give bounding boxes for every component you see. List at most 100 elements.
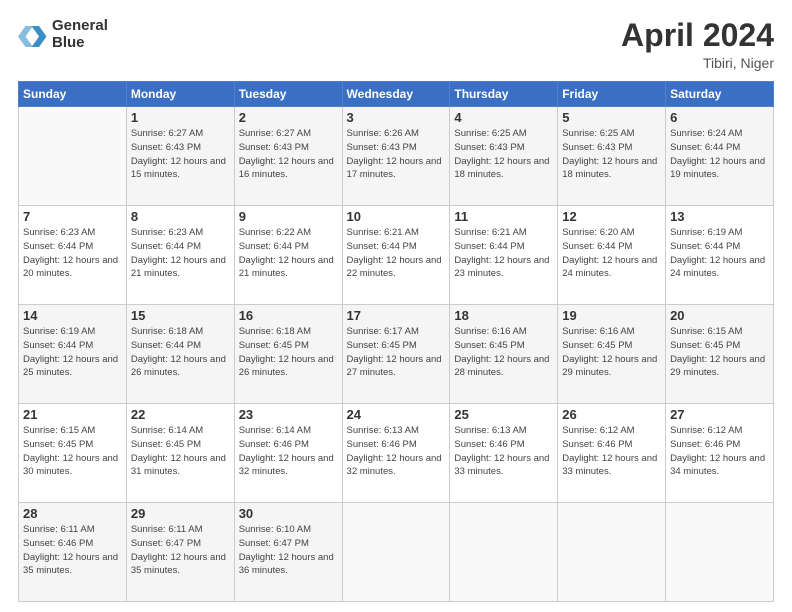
calendar-cell: 10 Sunrise: 6:21 AM Sunset: 6:44 PM Dayli… (342, 206, 450, 305)
day-number: 1 (131, 110, 230, 125)
calendar-cell: 26Sunrise: 6:12 AM Sunset: 6:46 PM Dayli… (558, 404, 666, 503)
calendar-cell: 7 Sunrise: 6:23 AM Sunset: 6:44 PM Daylig… (19, 206, 127, 305)
title-block: April 2024 Tibiri, Niger (621, 18, 774, 71)
calendar-cell: 20Sunrise: 6:15 AM Sunset: 6:45 PM Dayli… (666, 305, 774, 404)
day-number: 4 (454, 110, 553, 125)
day-info: Sunrise: 6:13 AM Sunset: 6:46 PM Dayligh… (454, 424, 553, 479)
day-number: 14 (23, 308, 122, 323)
day-info: Sunrise: 6:21 AM Sunset: 6:44 PM Dayligh… (454, 226, 553, 281)
day-header-friday: Friday (558, 82, 666, 107)
page: General Blue April 2024 Tibiri, Niger Su… (0, 0, 792, 612)
day-number: 11 (454, 209, 553, 224)
day-info: Sunrise: 6:27 AM Sunset: 6:43 PM Dayligh… (239, 127, 338, 182)
day-number: 24 (347, 407, 446, 422)
day-info: Sunrise: 6:14 AM Sunset: 6:46 PM Dayligh… (239, 424, 338, 479)
day-number: 20 (670, 308, 769, 323)
calendar-cell: 6 Sunrise: 6:24 AM Sunset: 6:44 PM Daylig… (666, 107, 774, 206)
day-number: 5 (562, 110, 661, 125)
calendar-cell (342, 503, 450, 602)
day-info: Sunrise: 6:23 AM Sunset: 6:44 PM Dayligh… (23, 226, 122, 281)
calendar-cell: 5Sunrise: 6:25 AM Sunset: 6:43 PM Daylig… (558, 107, 666, 206)
day-number: 18 (454, 308, 553, 323)
day-info: Sunrise: 6:17 AM Sunset: 6:45 PM Dayligh… (347, 325, 446, 380)
calendar-week-1: 1 Sunrise: 6:27 AM Sunset: 6:43 PM Daylig… (19, 107, 774, 206)
day-number: 8 (131, 209, 230, 224)
calendar-cell: 15 Sunrise: 6:18 AM Sunset: 6:44 PM Dayli… (126, 305, 234, 404)
day-number: 29 (131, 506, 230, 521)
day-number: 13 (670, 209, 769, 224)
calendar-cell: 25 Sunrise: 6:13 AM Sunset: 6:46 PM Dayli… (450, 404, 558, 503)
calendar-week-2: 7 Sunrise: 6:23 AM Sunset: 6:44 PM Daylig… (19, 206, 774, 305)
day-number: 6 (670, 110, 769, 125)
calendar-cell (450, 503, 558, 602)
day-info: Sunrise: 6:23 AM Sunset: 6:44 PM Dayligh… (131, 226, 230, 281)
day-number: 10 (347, 209, 446, 224)
day-number: 15 (131, 308, 230, 323)
day-header-sunday: Sunday (19, 82, 127, 107)
day-number: 2 (239, 110, 338, 125)
calendar-cell: 8 Sunrise: 6:23 AM Sunset: 6:44 PM Daylig… (126, 206, 234, 305)
calendar-cell (19, 107, 127, 206)
day-header-monday: Monday (126, 82, 234, 107)
calendar-cell: 9 Sunrise: 6:22 AM Sunset: 6:44 PM Daylig… (234, 206, 342, 305)
day-info: Sunrise: 6:16 AM Sunset: 6:45 PM Dayligh… (454, 325, 553, 380)
calendar-cell: 29 Sunrise: 6:11 AM Sunset: 6:47 PM Dayli… (126, 503, 234, 602)
calendar-cell: 17 Sunrise: 6:17 AM Sunset: 6:45 PM Dayli… (342, 305, 450, 404)
day-info: Sunrise: 6:11 AM Sunset: 6:46 PM Dayligh… (23, 523, 122, 578)
calendar-cell: 24Sunrise: 6:13 AM Sunset: 6:46 PM Dayli… (342, 404, 450, 503)
day-info: Sunrise: 6:18 AM Sunset: 6:44 PM Dayligh… (131, 325, 230, 380)
calendar-cell (666, 503, 774, 602)
calendar-cell: 19 Sunrise: 6:16 AM Sunset: 6:45 PM Dayli… (558, 305, 666, 404)
calendar-cell: 13 Sunrise: 6:19 AM Sunset: 6:44 PM Dayli… (666, 206, 774, 305)
day-info: Sunrise: 6:18 AM Sunset: 6:45 PM Dayligh… (239, 325, 338, 380)
day-number: 17 (347, 308, 446, 323)
day-header-thursday: Thursday (450, 82, 558, 107)
calendar-cell: 2 Sunrise: 6:27 AM Sunset: 6:43 PM Daylig… (234, 107, 342, 206)
main-title: April 2024 (621, 18, 774, 53)
location: Tibiri, Niger (621, 55, 774, 71)
calendar-cell: 1 Sunrise: 6:27 AM Sunset: 6:43 PM Daylig… (126, 107, 234, 206)
day-number: 22 (131, 407, 230, 422)
day-number: 23 (239, 407, 338, 422)
calendar-cell: 22 Sunrise: 6:14 AM Sunset: 6:45 PM Dayli… (126, 404, 234, 503)
day-number: 19 (562, 308, 661, 323)
day-info: Sunrise: 6:27 AM Sunset: 6:43 PM Dayligh… (131, 127, 230, 182)
logo: General Blue (18, 18, 108, 51)
day-header-tuesday: Tuesday (234, 82, 342, 107)
calendar-cell (558, 503, 666, 602)
day-info: Sunrise: 6:24 AM Sunset: 6:44 PM Dayligh… (670, 127, 769, 182)
day-info: Sunrise: 6:16 AM Sunset: 6:45 PM Dayligh… (562, 325, 661, 380)
day-number: 7 (23, 209, 122, 224)
day-info: Sunrise: 6:14 AM Sunset: 6:45 PM Dayligh… (131, 424, 230, 479)
day-info: Sunrise: 6:19 AM Sunset: 6:44 PM Dayligh… (23, 325, 122, 380)
calendar-cell: 11 Sunrise: 6:21 AM Sunset: 6:44 PM Dayli… (450, 206, 558, 305)
logo-text: General Blue (52, 18, 108, 51)
day-number: 25 (454, 407, 553, 422)
calendar-cell: 4 Sunrise: 6:25 AM Sunset: 6:43 PM Daylig… (450, 107, 558, 206)
calendar-cell: 18 Sunrise: 6:16 AM Sunset: 6:45 PM Dayli… (450, 305, 558, 404)
day-number: 21 (23, 407, 122, 422)
logo-icon (18, 20, 48, 50)
header: General Blue April 2024 Tibiri, Niger (18, 18, 774, 71)
calendar-cell: 16 Sunrise: 6:18 AM Sunset: 6:45 PM Dayli… (234, 305, 342, 404)
day-info: Sunrise: 6:25 AM Sunset: 6:43 PM Dayligh… (454, 127, 553, 182)
calendar-week-5: 28Sunrise: 6:11 AM Sunset: 6:46 PM Dayli… (19, 503, 774, 602)
day-info: Sunrise: 6:22 AM Sunset: 6:44 PM Dayligh… (239, 226, 338, 281)
day-info: Sunrise: 6:19 AM Sunset: 6:44 PM Dayligh… (670, 226, 769, 281)
day-number: 16 (239, 308, 338, 323)
day-info: Sunrise: 6:11 AM Sunset: 6:47 PM Dayligh… (131, 523, 230, 578)
day-info: Sunrise: 6:10 AM Sunset: 6:47 PM Dayligh… (239, 523, 338, 578)
calendar-cell: 12Sunrise: 6:20 AM Sunset: 6:44 PM Dayli… (558, 206, 666, 305)
calendar-cell: 23 Sunrise: 6:14 AM Sunset: 6:46 PM Dayli… (234, 404, 342, 503)
day-info: Sunrise: 6:21 AM Sunset: 6:44 PM Dayligh… (347, 226, 446, 281)
day-number: 27 (670, 407, 769, 422)
calendar-cell: 14 Sunrise: 6:19 AM Sunset: 6:44 PM Dayli… (19, 305, 127, 404)
day-number: 30 (239, 506, 338, 521)
calendar-cell: 30 Sunrise: 6:10 AM Sunset: 6:47 PM Dayli… (234, 503, 342, 602)
calendar-cell: 28Sunrise: 6:11 AM Sunset: 6:46 PM Dayli… (19, 503, 127, 602)
day-info: Sunrise: 6:26 AM Sunset: 6:43 PM Dayligh… (347, 127, 446, 182)
day-number: 9 (239, 209, 338, 224)
calendar-cell: 21Sunrise: 6:15 AM Sunset: 6:45 PM Dayli… (19, 404, 127, 503)
calendar-week-3: 14 Sunrise: 6:19 AM Sunset: 6:44 PM Dayli… (19, 305, 774, 404)
day-info: Sunrise: 6:12 AM Sunset: 6:46 PM Dayligh… (670, 424, 769, 479)
